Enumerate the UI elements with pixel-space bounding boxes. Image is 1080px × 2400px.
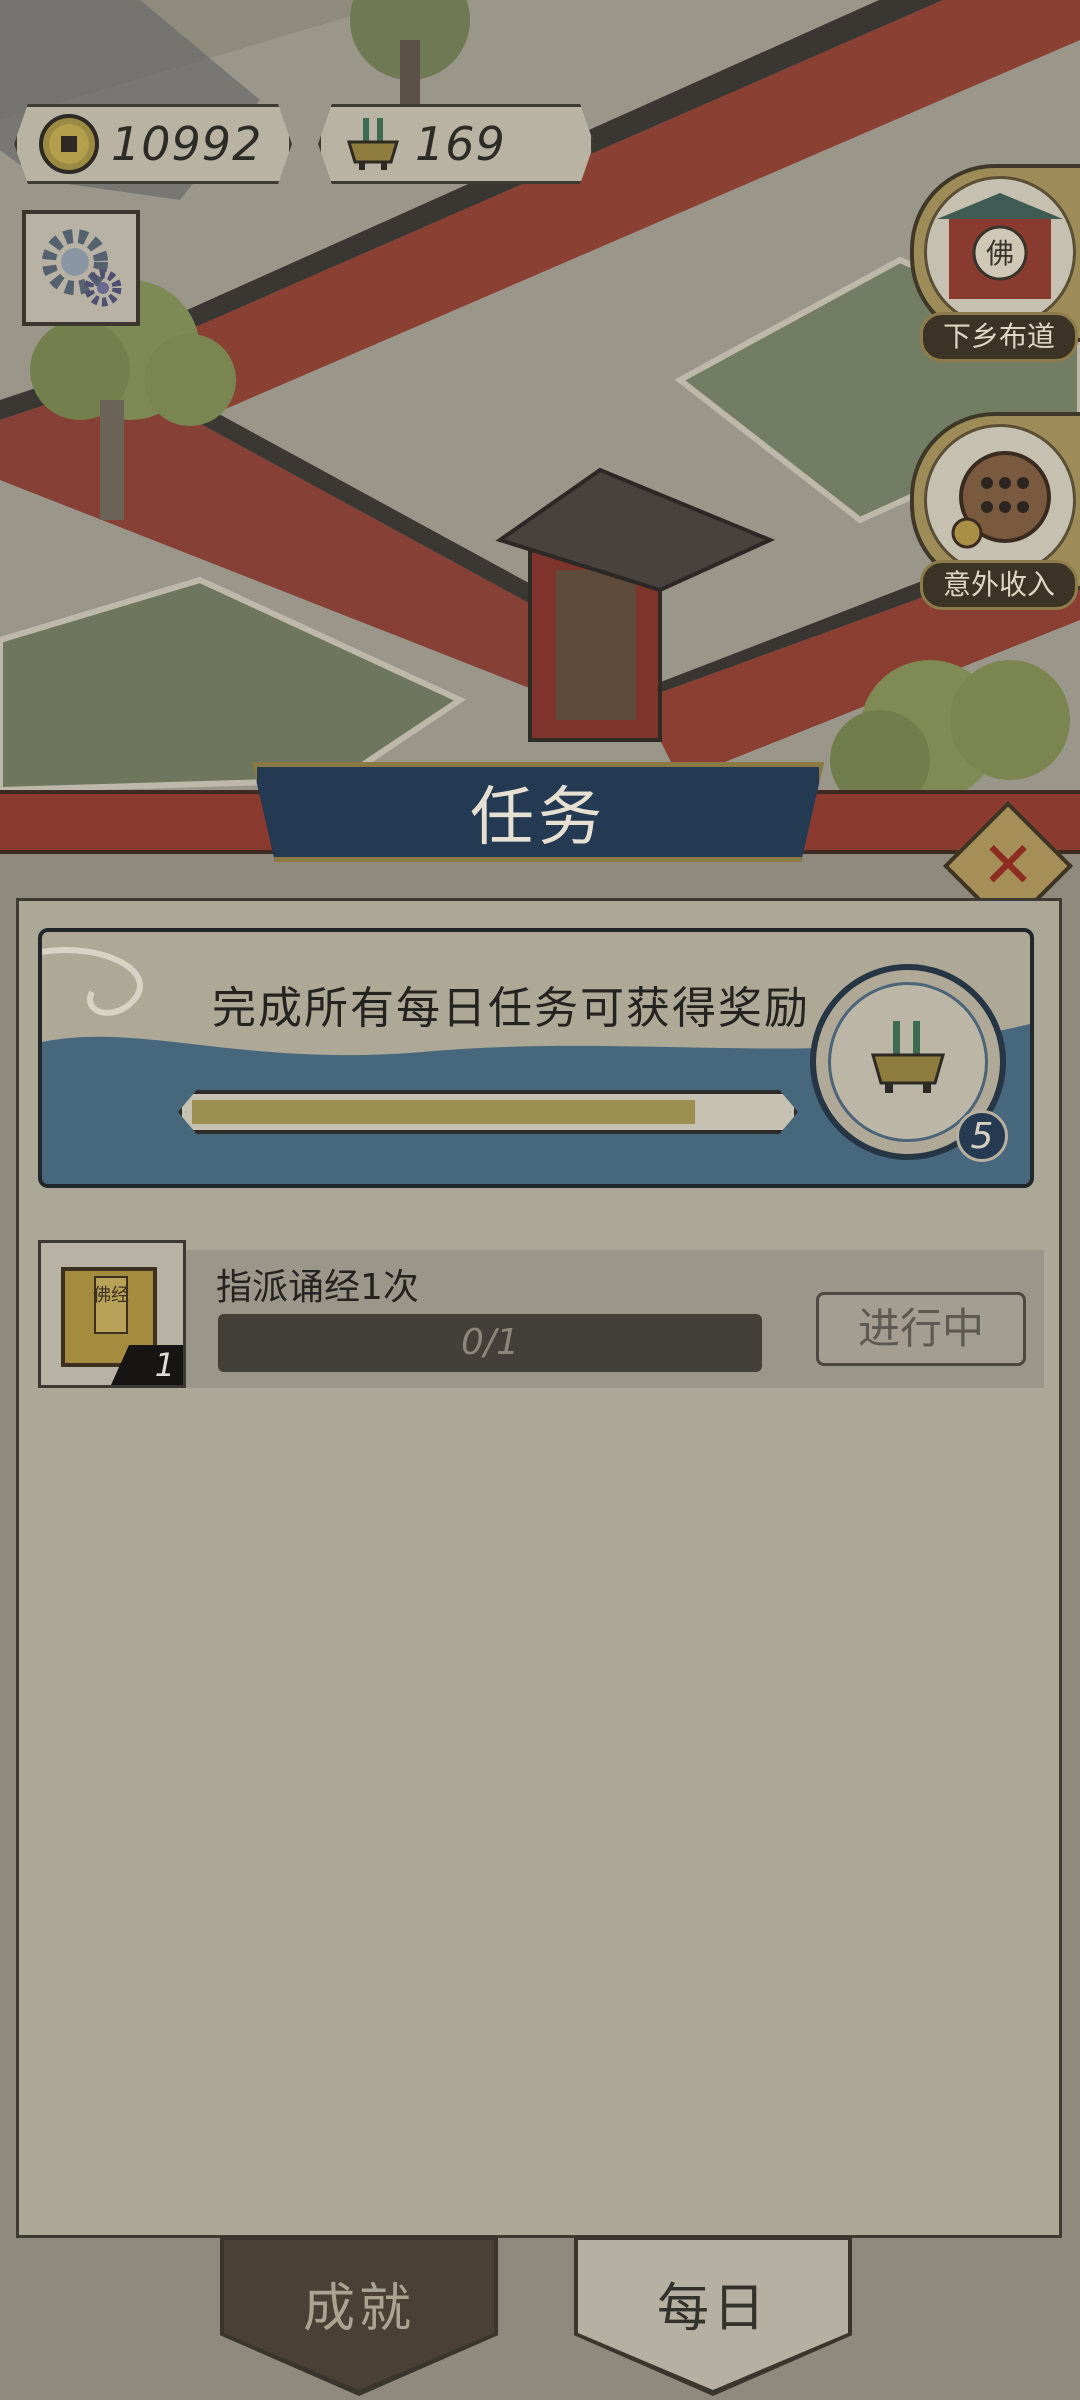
svg-text:佛: 佛 [986, 237, 1014, 270]
daily-reward-progress-fill [192, 1100, 695, 1124]
task-name: 指派诵经1次 [216, 1267, 419, 1308]
tab-daily[interactable]: 每日 [578, 2240, 848, 2390]
coin-counter: 10992 [14, 104, 292, 184]
task-status-button[interactable]: 进行中 [816, 1292, 1026, 1366]
incense-burner-icon [346, 118, 400, 170]
countryside-preaching-label: 下乡布道 [920, 312, 1078, 362]
coin-icon [39, 114, 99, 174]
countryside-preaching-button[interactable]: 佛 下乡布道 [898, 164, 1080, 364]
panel-title: 任务 [470, 781, 606, 855]
tab-daily-label: 每日 [656, 2279, 769, 2339]
settings-button[interactable] [22, 210, 140, 326]
abacus-coins-icon [951, 451, 1051, 549]
daily-reward-card: 完成所有每日任务可获得奖励 5 [38, 928, 1034, 1188]
unexpected-income-button[interactable]: 意外收入 [898, 412, 1080, 612]
incense-counter: 169 [318, 104, 594, 184]
incense-burner-icon [871, 1021, 945, 1093]
gear-icon [42, 229, 122, 307]
reward-count-badge: 5 [956, 1110, 1008, 1162]
panel-title-plate: 任务 [252, 762, 824, 862]
daily-reward-title: 完成所有每日任务可获得奖励 [212, 983, 810, 1034]
coin-value: 10992 [111, 117, 263, 171]
unexpected-income-label: 意外收入 [920, 560, 1078, 610]
task-item-icon: 佛经 1 [38, 1240, 186, 1388]
close-x-icon: ✕ [981, 829, 1035, 903]
daily-reward-chest[interactable]: 5 [810, 964, 1008, 1162]
temple-gate-icon: 佛 [937, 193, 1063, 299]
tab-achievements[interactable]: 成就 [224, 2240, 494, 2390]
sutra-book-label: 佛经 [93, 1285, 129, 1306]
daily-reward-progress-bar [178, 1090, 798, 1134]
tab-achievements-label: 成就 [302, 2279, 415, 2339]
incense-value: 169 [415, 117, 506, 171]
task-row: 佛经 1 指派诵经1次 0/1 进行中 [38, 1240, 1044, 1388]
task-progress: 0/1 [218, 1314, 762, 1372]
